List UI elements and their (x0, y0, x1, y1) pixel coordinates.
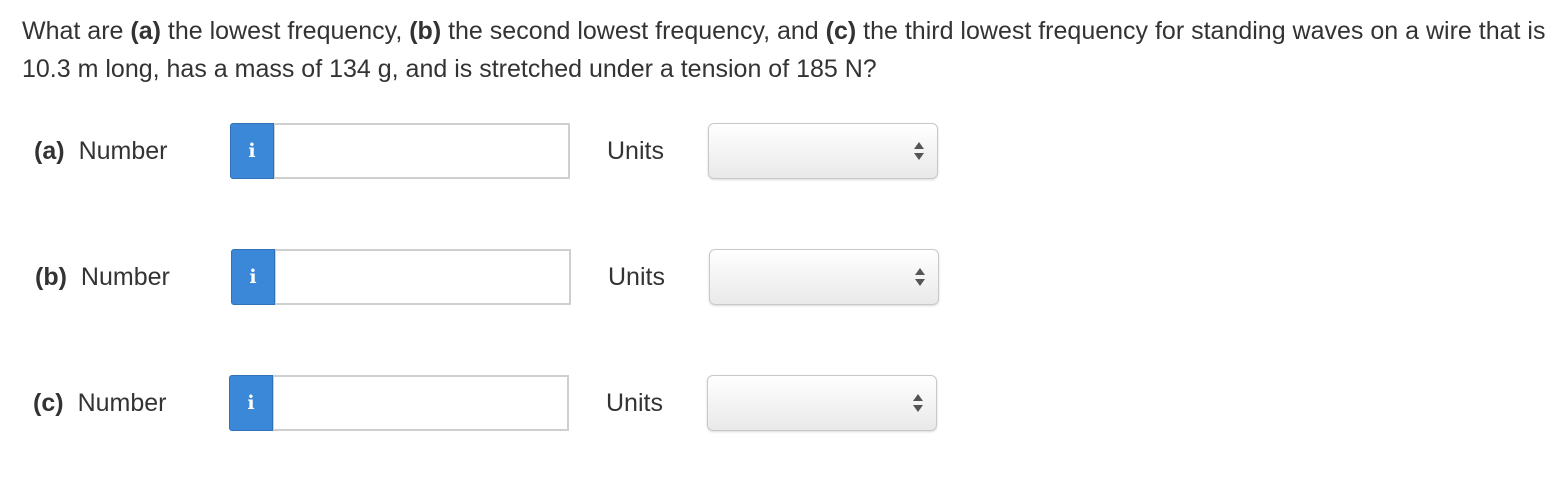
units-label-b: Units (608, 263, 665, 291)
number-label-a: Number (78, 137, 168, 165)
number-input-a[interactable] (274, 123, 570, 179)
question-tag-c: (c) (825, 17, 857, 45)
part-label-b: (b) Number (35, 249, 170, 305)
question-tag-b: (b) (409, 17, 442, 45)
part-label-a: (a) Number (34, 123, 167, 179)
answer-row-b: (b) Number i Units (0, 249, 1000, 305)
question-text: What are (a) the lowest frequency, (b) t… (22, 12, 1552, 88)
info-icon[interactable]: i (229, 375, 273, 431)
number-label-c: Number (77, 389, 167, 417)
question-part-1: What are (22, 17, 131, 45)
part-letter-b: (b) (35, 263, 67, 291)
part-letter-c: (c) (33, 389, 64, 417)
units-select-a[interactable] (708, 123, 938, 179)
question-part-3: the second lowest frequency, and (441, 17, 826, 45)
question-tag-a: (a) (130, 17, 161, 45)
part-label-c: (c) Number (33, 375, 166, 431)
up-down-arrows-icon (915, 268, 925, 286)
units-select-c[interactable] (707, 375, 937, 431)
number-label-b: Number (80, 263, 170, 291)
part-letter-a: (a) (34, 137, 65, 165)
answer-row-c: (c) Number i Units (0, 375, 1000, 431)
units-label-c: Units (606, 389, 663, 417)
info-icon[interactable]: i (231, 249, 275, 305)
up-down-arrows-icon (913, 394, 923, 412)
number-input-c[interactable] (273, 375, 569, 431)
info-icon[interactable]: i (230, 123, 274, 179)
units-select-b[interactable] (709, 249, 939, 305)
units-label-a: Units (607, 137, 664, 165)
answer-row-a: (a) Number i Units (0, 123, 1000, 179)
up-down-arrows-icon (914, 142, 924, 160)
number-input-b[interactable] (275, 249, 571, 305)
question-part-2: the lowest frequency, (160, 17, 410, 45)
